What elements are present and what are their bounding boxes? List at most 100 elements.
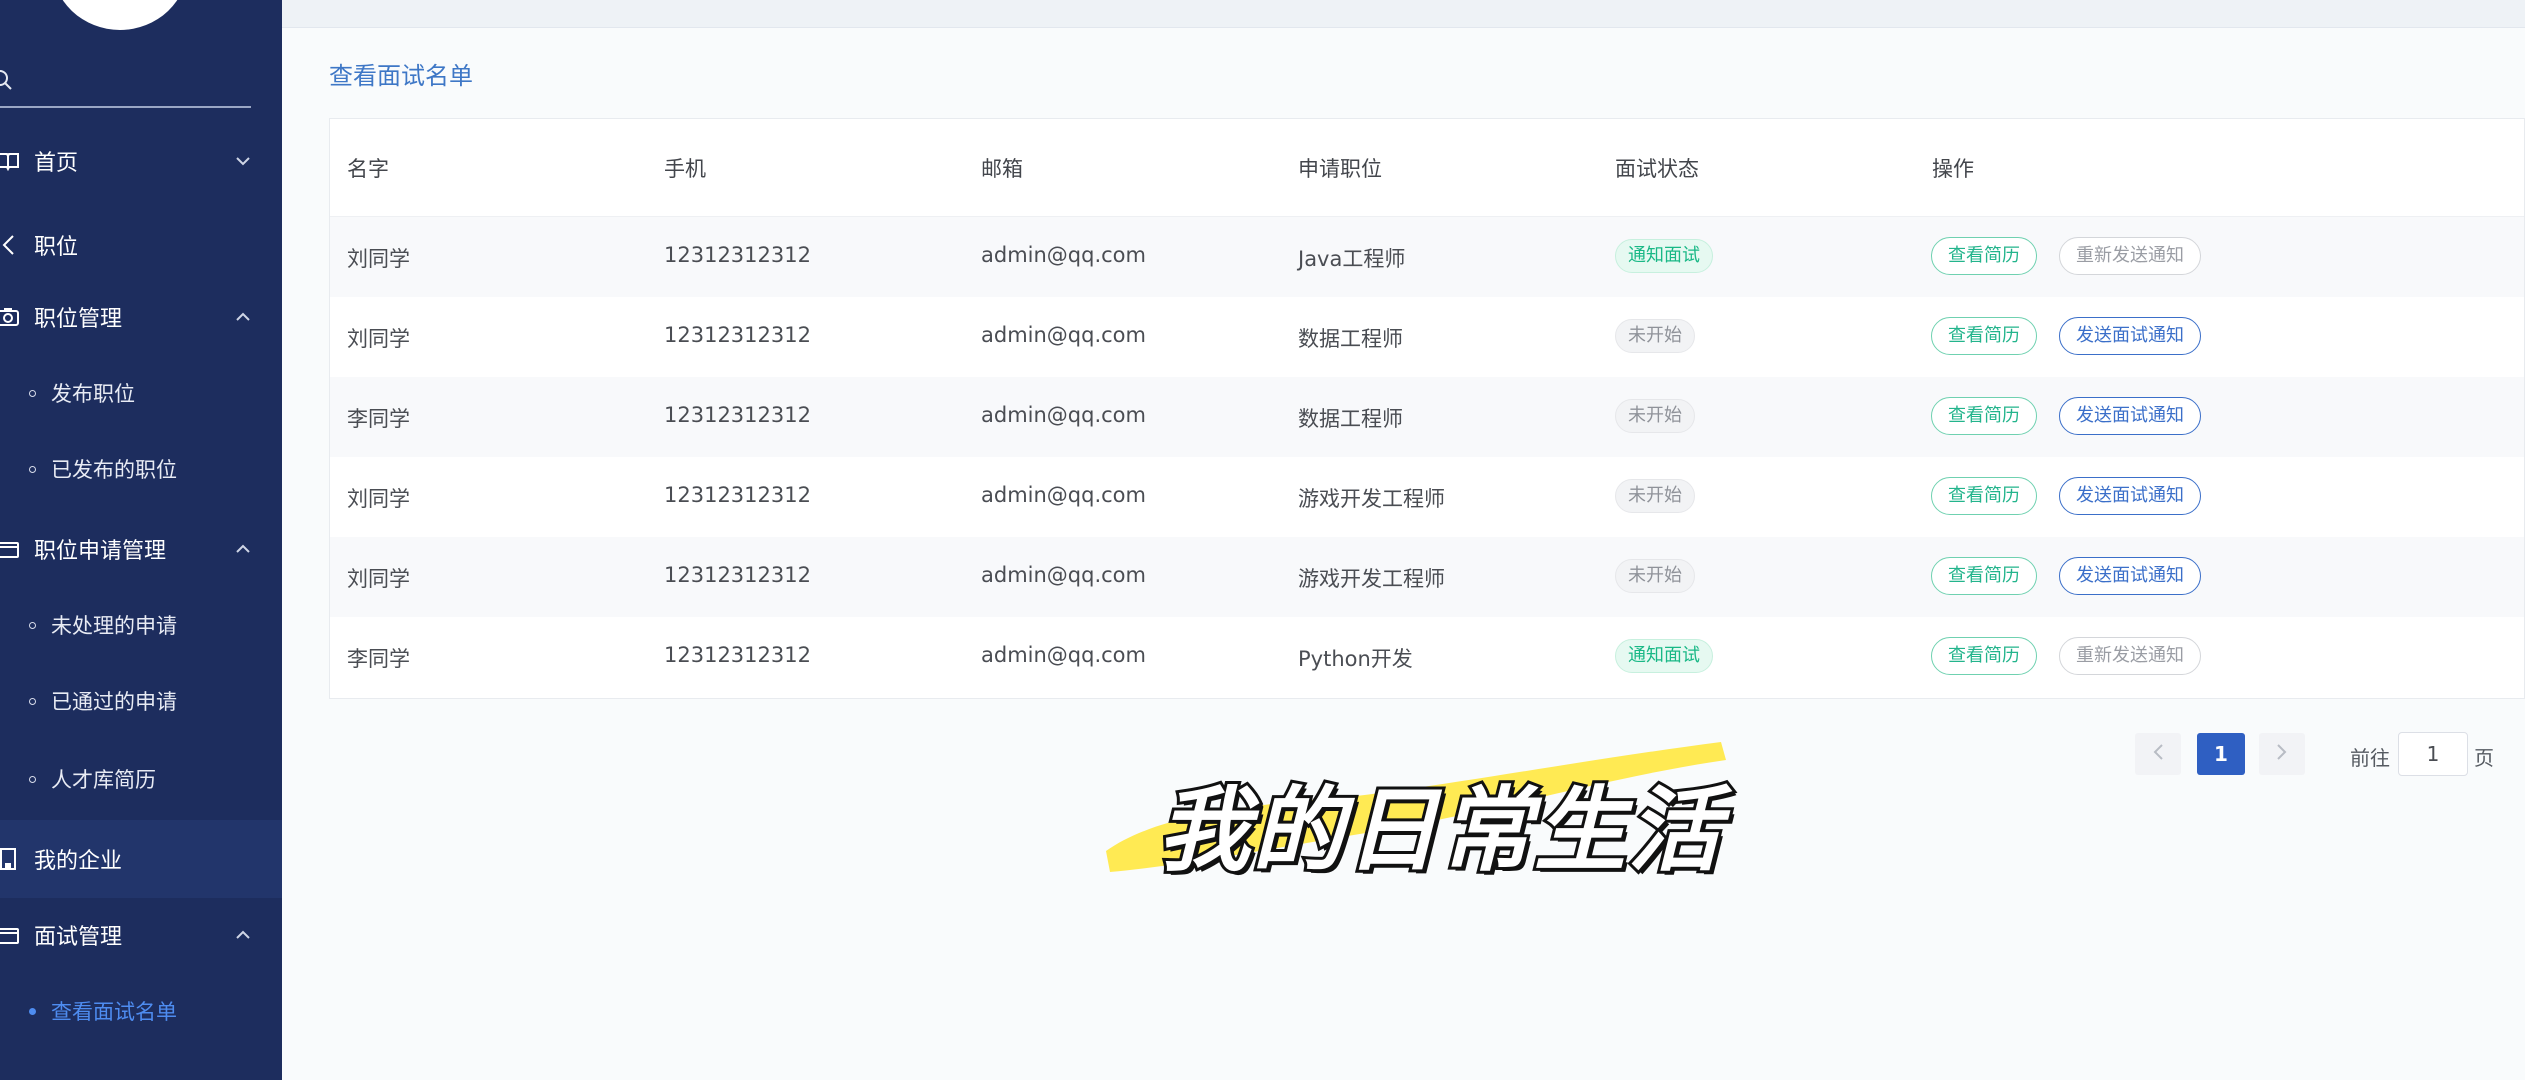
sidebar-item-label: 面试管理 <box>34 925 123 950</box>
table-row: 刘同学 12312312312 admin@qq.com Java工程师 通知面… <box>330 217 2524 297</box>
cell-phone: 12312312312 <box>664 403 811 427</box>
avatar[interactable] <box>52 0 188 30</box>
sidebar-item-label: 查看面试名单 <box>51 1000 177 1024</box>
chevron-left-icon <box>2152 743 2164 765</box>
top-bar <box>282 0 2525 28</box>
sidebar-item-approved-applications[interactable]: 已通过的申请 <box>0 682 282 720</box>
cell-email: admin@qq.com <box>981 483 1146 507</box>
cell-position: Python开发 <box>1298 647 1413 671</box>
view-resume-button[interactable]: 查看简历 <box>1931 557 2037 595</box>
book-icon <box>0 149 20 173</box>
sidebar-item-position[interactable]: 职位 <box>0 224 282 266</box>
view-resume-button[interactable]: 查看简历 <box>1931 637 2037 675</box>
cell-name: 李同学 <box>347 407 410 431</box>
camera-icon <box>0 305 20 329</box>
cell-name: 刘同学 <box>347 567 410 591</box>
send-interview-notice-button[interactable]: 发送面试通知 <box>2059 477 2201 515</box>
cell-email: admin@qq.com <box>981 643 1146 667</box>
status-badge: 未开始 <box>1615 399 1695 433</box>
view-resume-button[interactable]: 查看简历 <box>1931 317 2037 355</box>
cell-email: admin@qq.com <box>981 403 1146 427</box>
cell-name: 刘同学 <box>347 247 410 271</box>
sidebar-item-home[interactable]: 首页 <box>0 140 282 182</box>
column-header-email: 邮箱 <box>981 157 1023 181</box>
cell-position: 游戏开发工程师 <box>1298 567 1445 591</box>
cell-email: admin@qq.com <box>981 563 1146 587</box>
resend-notice-button[interactable]: 重新发送通知 <box>2059 637 2201 675</box>
sidebar-item-position-management[interactable]: 职位管理 <box>0 296 282 338</box>
sidebar-item-label: 我的企业 <box>34 849 123 874</box>
column-header-name: 名字 <box>347 157 389 181</box>
sidebar-item-my-company[interactable]: 我的企业 <box>0 820 282 898</box>
sidebar-item-published-positions[interactable]: 已发布的职位 <box>0 450 282 488</box>
column-header-actions: 操作 <box>1932 157 1974 181</box>
sidebar-item-label: 已通过的申请 <box>51 690 177 714</box>
sidebar-search <box>0 54 251 108</box>
sidebar-item-unprocessed-applications[interactable]: 未处理的申请 <box>0 606 282 644</box>
pagination-goto-input[interactable] <box>2398 732 2468 776</box>
cell-position: 数据工程师 <box>1298 407 1403 431</box>
status-badge: 通知面试 <box>1615 239 1713 273</box>
cell-email: admin@qq.com <box>981 243 1146 267</box>
pagination-page-suffix: 页 <box>2474 746 2494 770</box>
send-interview-notice-button[interactable]: 发送面试通知 <box>2059 397 2201 435</box>
column-header-position: 申请职位 <box>1298 157 1382 181</box>
cell-phone: 12312312312 <box>664 643 811 667</box>
send-interview-notice-button[interactable]: 发送面试通知 <box>2059 557 2201 595</box>
cell-name: 刘同学 <box>347 327 410 351</box>
column-header-phone: 手机 <box>664 157 706 181</box>
interview-table: 名字 手机 邮箱 申请职位 面试状态 操作 刘同学 12312312312 ad… <box>329 118 2525 699</box>
view-resume-button[interactable]: 查看简历 <box>1931 397 2037 435</box>
search-input[interactable] <box>20 62 240 98</box>
sidebar: 首页 职位 职位管理 发布职位 已发布的职位 职位申请管理 未处理的申请 已通过… <box>0 0 282 1080</box>
cell-phone: 12312312312 <box>664 243 811 267</box>
cell-email: admin@qq.com <box>981 323 1146 347</box>
bullet-icon <box>29 465 36 473</box>
table-header: 名字 手机 邮箱 申请职位 面试状态 操作 <box>330 119 2524 217</box>
cell-name: 李同学 <box>347 647 410 671</box>
view-resume-button[interactable]: 查看简历 <box>1931 237 2037 275</box>
table-row: 刘同学 12312312312 admin@qq.com 游戏开发工程师 未开始… <box>330 537 2524 617</box>
table-row: 李同学 12312312312 admin@qq.com 数据工程师 未开始 查… <box>330 377 2524 457</box>
folder-icon <box>0 923 20 947</box>
sidebar-item-view-interview-list[interactable]: 查看面试名单 <box>0 992 282 1030</box>
sidebar-item-talent-pool[interactable]: 人才库简历 <box>0 760 282 798</box>
send-interview-notice-button[interactable]: 发送面试通知 <box>2059 317 2201 355</box>
sidebar-item-label: 发布职位 <box>51 382 135 406</box>
sidebar-item-publish-position[interactable]: 发布职位 <box>0 374 282 412</box>
pagination-prev-button[interactable] <box>2135 733 2181 775</box>
cell-phone: 12312312312 <box>664 563 811 587</box>
sidebar-item-application-management[interactable]: 职位申请管理 <box>0 528 282 570</box>
sidebar-item-interview-management[interactable]: 面试管理 <box>0 914 282 956</box>
bullet-icon <box>29 1007 36 1015</box>
table-row: 刘同学 12312312312 admin@qq.com 游戏开发工程师 未开始… <box>330 457 2524 537</box>
sidebar-item-label: 已发布的职位 <box>51 458 177 482</box>
cell-position: 游戏开发工程师 <box>1298 487 1445 511</box>
pagination-page-button[interactable]: 1 <box>2197 733 2245 775</box>
bullet-icon <box>29 775 36 783</box>
status-badge: 未开始 <box>1615 559 1695 593</box>
video-caption-overlay: 我的日常生活 <box>1096 736 1731 887</box>
sidebar-item-label: 职位 <box>34 235 79 260</box>
chevron-up-icon <box>232 538 254 560</box>
search-icon[interactable] <box>0 68 14 92</box>
sidebar-item-label: 未处理的申请 <box>51 614 177 638</box>
view-resume-button[interactable]: 查看简历 <box>1931 477 2037 515</box>
bullet-icon <box>29 621 36 629</box>
building-icon <box>0 847 20 871</box>
caption-text: 我的日常生活 <box>1155 774 1723 887</box>
table-row: 李同学 12312312312 admin@qq.com Python开发 通知… <box>330 617 2524 697</box>
status-badge: 未开始 <box>1615 319 1695 353</box>
cell-position: 数据工程师 <box>1298 327 1403 351</box>
pagination-goto-label: 前往 <box>2350 746 2390 770</box>
resend-notice-button[interactable]: 重新发送通知 <box>2059 237 2201 275</box>
status-badge: 未开始 <box>1615 479 1695 513</box>
bullet-icon <box>29 389 36 397</box>
cell-phone: 12312312312 <box>664 323 811 347</box>
sidebar-item-label: 首页 <box>34 151 79 176</box>
pagination-next-button[interactable] <box>2259 733 2305 775</box>
cell-phone: 12312312312 <box>664 483 811 507</box>
folder-icon <box>0 537 20 561</box>
cell-position: Java工程师 <box>1298 247 1406 271</box>
bullet-icon <box>29 697 36 705</box>
